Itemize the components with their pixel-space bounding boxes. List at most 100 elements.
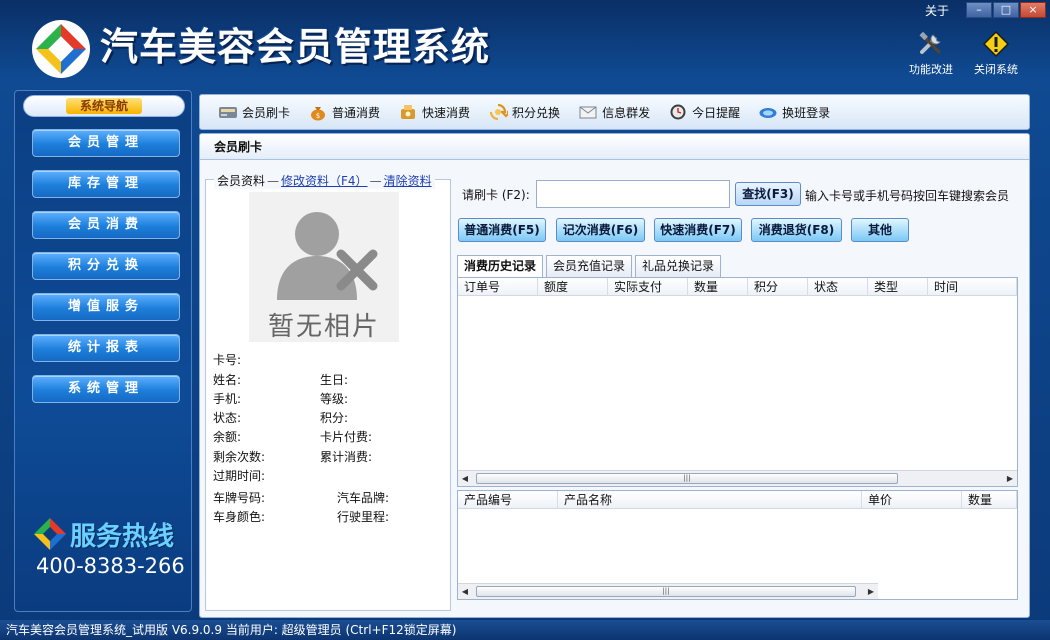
history-table-header: 订单号 额度 实际支付 数量 积分 状态 类型 时间 xyxy=(458,278,1017,296)
nav-item-value-added-services[interactable]: 增值服务 xyxy=(32,293,180,321)
card-swipe-input[interactable] xyxy=(536,180,730,208)
column-header[interactable]: 单价 xyxy=(862,491,962,509)
plate-no-label: 车牌号码: xyxy=(213,491,266,505)
column-header[interactable]: 时间 xyxy=(928,278,1017,296)
consumption-return-button[interactable]: 消费退货(F8) xyxy=(751,218,842,242)
scroll-thumb[interactable]: ||| xyxy=(476,473,898,484)
improve-feature-label: 功能改进 xyxy=(909,63,953,76)
member-info-legend-label: 会员资料 xyxy=(217,174,266,188)
scroll-right-arrow-icon[interactable]: ▶ xyxy=(1003,471,1017,486)
nav-item-statistics-reports[interactable]: 统计报表 xyxy=(32,334,180,362)
member-info-group: 会员资料 — 修改资料（F4） — 清除资料 暂无相片 卡号: 姓名: 生日: 手机: … xyxy=(205,172,451,611)
card-fee-label: 卡片付费: xyxy=(320,430,373,444)
points-label: 积分: xyxy=(320,411,349,425)
mileage-label: 行驶里程: xyxy=(337,510,390,524)
column-header[interactable]: 产品名称 xyxy=(558,491,862,509)
product-detail-table: 产品编号 产品名称 单价 数量 ◀ ||| ▶ xyxy=(457,490,1018,600)
phone-label: 手机: xyxy=(213,392,242,406)
hotline-title: 服务热线 xyxy=(70,522,175,552)
scroll-left-arrow-icon[interactable]: ◀ xyxy=(458,471,472,486)
scroll-left-arrow-icon[interactable]: ◀ xyxy=(458,584,472,599)
handshake-icon xyxy=(759,108,777,118)
toolbar-quick-consumption-label: 快速消费 xyxy=(422,105,471,120)
toolbar-member-card-button[interactable]: 会员刷卡 xyxy=(218,103,290,121)
nav-item-member-management[interactable]: 会员管理 xyxy=(32,129,180,157)
name-label: 姓名: xyxy=(213,373,242,387)
window-controls: 关于 – □ × xyxy=(925,2,1046,18)
main-toolbar: 会员刷卡 $ 普通消费 快速消费 积分兑换 信息群发 今日提醒 换班登录 xyxy=(199,94,1030,130)
member-photo: 暂无相片 xyxy=(249,192,399,342)
toolbar-quick-consumption-button[interactable]: 快速消费 xyxy=(398,103,470,121)
column-header[interactable]: 类型 xyxy=(868,278,928,296)
svg-text:$: $ xyxy=(316,112,320,120)
app-title: 汽车美容会员管理系统 xyxy=(100,25,491,69)
total-spent-label: 累计消费: xyxy=(320,450,373,464)
toolbar-normal-consumption-button[interactable]: $ 普通消费 xyxy=(308,103,380,121)
minimize-button[interactable]: – xyxy=(966,2,992,18)
tab-consumption-history[interactable]: 消费历史记录 xyxy=(457,255,544,278)
column-header[interactable]: 状态 xyxy=(808,278,868,296)
tab-recharge-records[interactable]: 会员充值记录 xyxy=(546,255,633,277)
nav-item-inventory-management[interactable]: 库存管理 xyxy=(32,170,180,198)
column-header[interactable]: 数量 xyxy=(688,278,748,296)
nav-item-points-exchange[interactable]: 积分兑换 xyxy=(32,252,180,280)
clear-member-link[interactable]: 清除资料 xyxy=(384,174,432,188)
column-header[interactable]: 额度 xyxy=(538,278,608,296)
consumption-history-table: 订单号 额度 实际支付 数量 积分 状态 类型 时间 ◀ ||| ▶ xyxy=(457,277,1018,487)
detail-horizontal-scrollbar[interactable]: ◀ ||| ▶ xyxy=(458,583,878,599)
toolbar-points-exchange-label: 积分兑换 xyxy=(512,105,561,120)
toolbar-points-exchange-button[interactable]: 积分兑换 xyxy=(488,103,560,121)
detail-table-header: 产品编号 产品名称 单价 数量 xyxy=(458,491,1017,509)
toolbar-mass-message-button[interactable]: 信息群发 xyxy=(578,103,650,121)
improve-feature-button[interactable]: 功能改进 xyxy=(901,30,961,77)
other-button[interactable]: 其他 xyxy=(851,218,909,242)
count-consumption-button[interactable]: 记次消费(F6) xyxy=(556,218,645,242)
nav-item-member-consumption[interactable]: 会员消费 xyxy=(32,211,180,239)
close-system-button[interactable]: 关闭系统 xyxy=(966,30,1026,77)
toolbar-mass-message-label: 信息群发 xyxy=(602,105,651,120)
header: 汽车美容会员管理系统 关于 – □ × 功能改进 关闭系统 xyxy=(0,0,1050,86)
four-color-diamond-logo xyxy=(32,20,90,78)
legend-separator: — xyxy=(369,174,382,188)
normal-consumption-button[interactable]: 普通消费(F5) xyxy=(458,218,546,242)
column-header[interactable]: 实际支付 xyxy=(608,278,688,296)
level-label: 等级: xyxy=(320,392,349,406)
toolbar-shift-login-button[interactable]: 换班登录 xyxy=(758,103,830,121)
legend-separator: — xyxy=(267,174,280,188)
app-window: 汽车美容会员管理系统 关于 – □ × 功能改进 关闭系统 系统导航 会员管理 … xyxy=(0,0,1050,640)
no-photo-caption: 暂无相片 xyxy=(267,312,380,342)
column-header[interactable]: 数量 xyxy=(962,491,1017,509)
scroll-right-arrow-icon[interactable]: ▶ xyxy=(864,584,878,599)
edit-member-link[interactable]: 修改资料（F4） xyxy=(281,174,368,188)
search-button[interactable]: 查找(F3) xyxy=(735,182,801,206)
birthday-label: 生日: xyxy=(320,373,349,387)
panel-title: 会员刷卡 xyxy=(200,134,1029,160)
member-card-panel: 会员刷卡 会员资料 — 修改资料（F4） — 清除资料 暂无相片 卡号: 姓名: 生日:… xyxy=(199,133,1030,618)
column-header[interactable]: 产品编号 xyxy=(458,491,558,509)
record-tabs: 消费历史记录 会员充值记录 礼品兑换记录 xyxy=(457,255,724,278)
car-color-label: 车身颜色: xyxy=(213,510,266,524)
hotline-number: 400-8383-266 xyxy=(36,554,185,578)
maximize-button[interactable]: □ xyxy=(993,2,1019,18)
column-header[interactable]: 订单号 xyxy=(458,278,538,296)
quick-consumption-button[interactable]: 快速消费(F7) xyxy=(654,218,742,242)
nav-item-system-management[interactable]: 系统管理 xyxy=(32,375,180,403)
tab-gift-exchange-records[interactable]: 礼品兑换记录 xyxy=(635,255,722,277)
about-link[interactable]: 关于 xyxy=(925,2,949,19)
column-header[interactable]: 积分 xyxy=(748,278,808,296)
scroll-thumb[interactable]: ||| xyxy=(476,586,856,597)
card-reader-icon xyxy=(219,107,237,118)
toolbar-today-reminder-button[interactable]: 今日提醒 xyxy=(668,103,740,121)
history-horizontal-scrollbar[interactable]: ◀ ||| ▶ xyxy=(458,470,1017,486)
remaining-times-label: 剩余次数: xyxy=(213,450,266,464)
tools-icon xyxy=(919,31,941,54)
exchange-icon xyxy=(489,103,509,121)
clock-icon xyxy=(670,104,686,120)
close-window-button[interactable]: × xyxy=(1020,2,1046,18)
warning-icon xyxy=(982,30,1010,58)
money-bag-icon: $ xyxy=(311,107,326,121)
toolbar-member-card-label: 会员刷卡 xyxy=(242,105,291,120)
status-label: 状态: xyxy=(213,411,242,425)
expire-time-label: 过期时间: xyxy=(213,469,266,483)
nav-header-label: 系统导航 xyxy=(65,98,142,114)
